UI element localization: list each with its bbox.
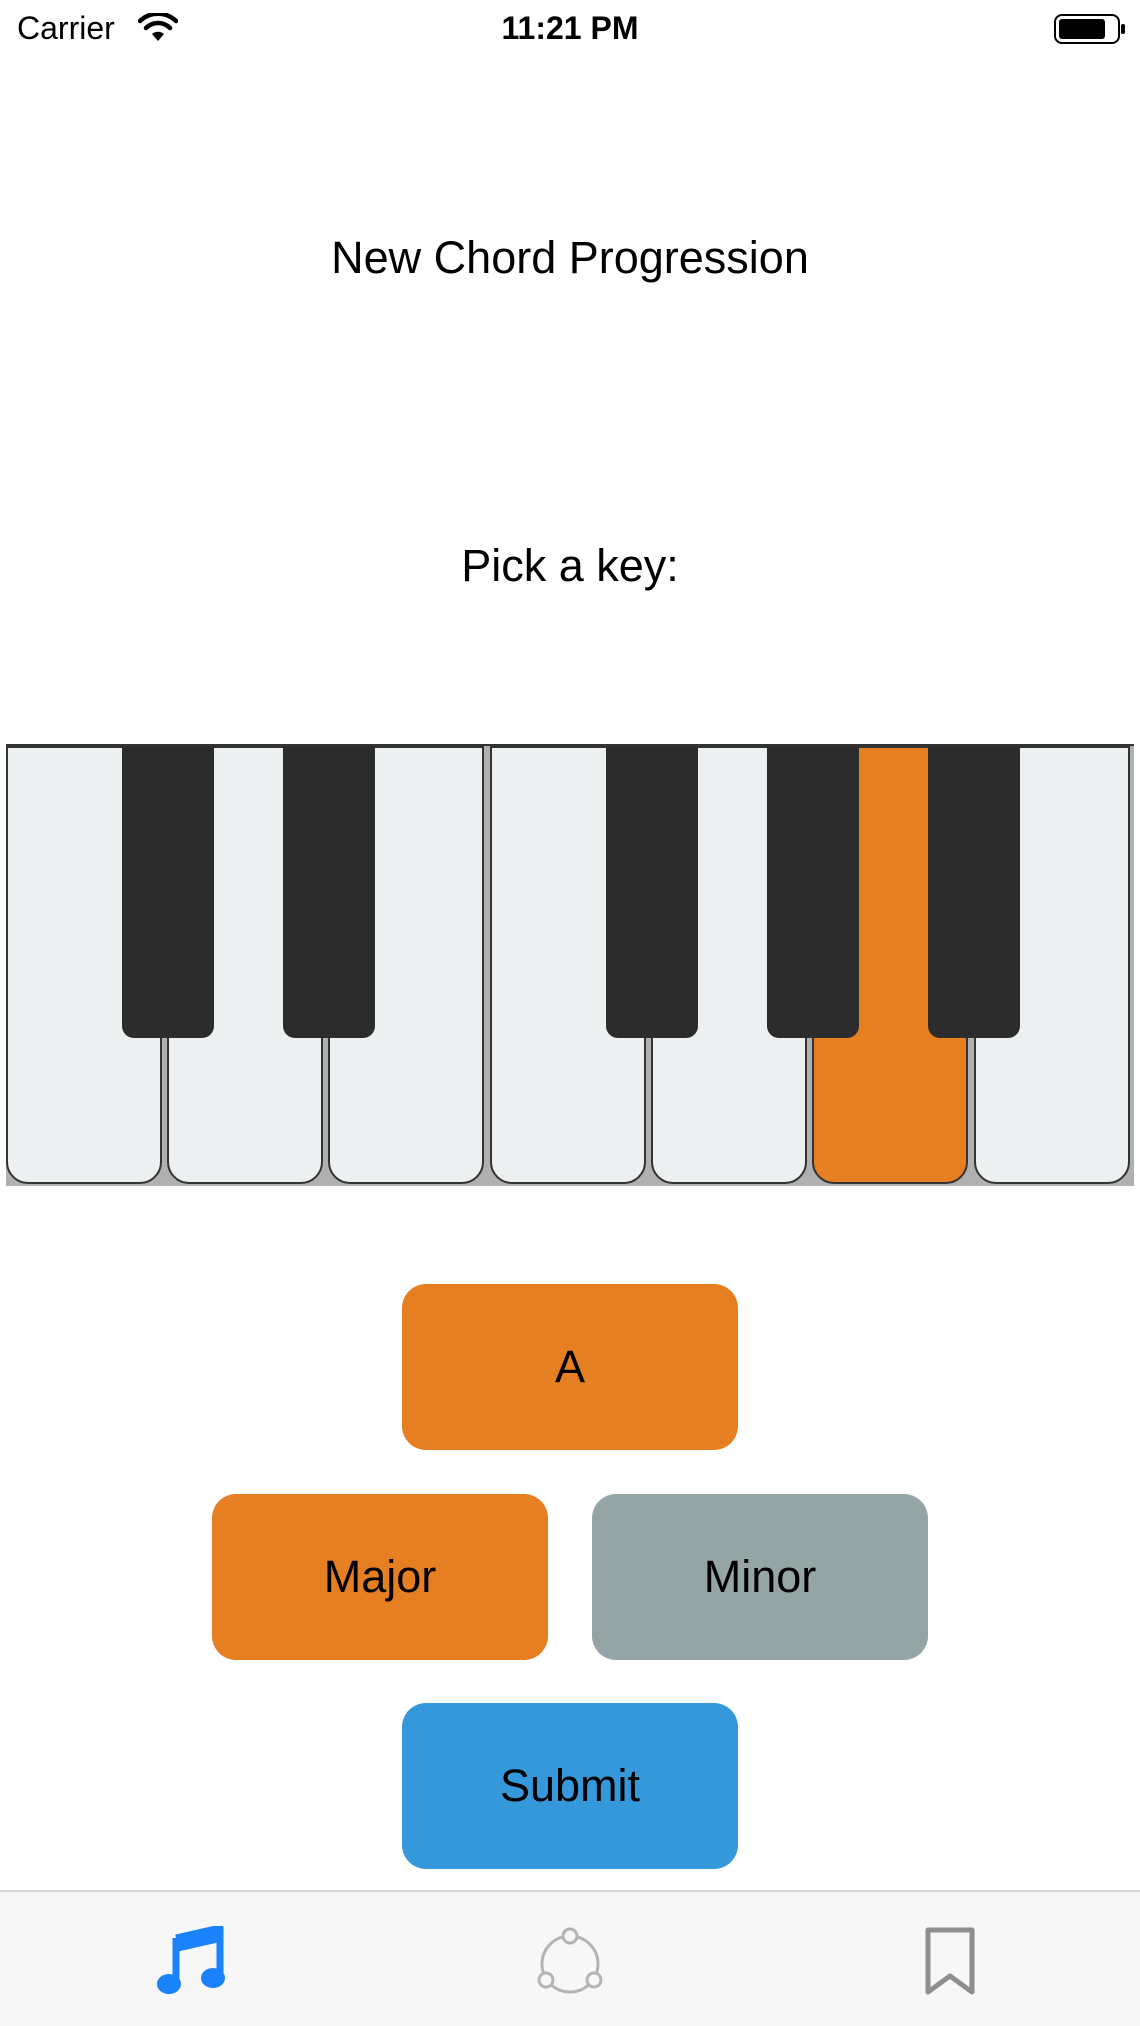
piano-black-key[interactable]: [606, 746, 698, 1038]
piano-black-key[interactable]: [928, 746, 1020, 1038]
battery-icon: [1054, 14, 1125, 44]
submit-button[interactable]: Submit: [402, 1703, 738, 1869]
key-prompt: Pick a key:: [461, 540, 679, 591]
tab-music[interactable]: [0, 1892, 380, 2026]
piano-keyboard: [6, 744, 1134, 1186]
minor-button[interactable]: Minor: [592, 1494, 928, 1660]
tab-progressions[interactable]: [380, 1892, 760, 2026]
music-note-icon: [157, 1926, 225, 1994]
major-button[interactable]: Major: [212, 1494, 548, 1660]
piano-black-key[interactable]: [767, 746, 859, 1038]
piano-black-key[interactable]: [283, 746, 375, 1038]
share-cycle-icon: [537, 1927, 603, 1994]
page-title: New Chord Progression: [331, 232, 809, 283]
selected-key-button[interactable]: A: [402, 1284, 738, 1450]
tab-saved[interactable]: [760, 1892, 1140, 2026]
status-bar: Carrier 11:21 PM: [0, 0, 1140, 58]
bookmark-icon: [925, 1927, 975, 1995]
tab-bar: [0, 1890, 1140, 2026]
piano-black-key[interactable]: [122, 746, 214, 1038]
status-time: 11:21 PM: [501, 10, 639, 46]
